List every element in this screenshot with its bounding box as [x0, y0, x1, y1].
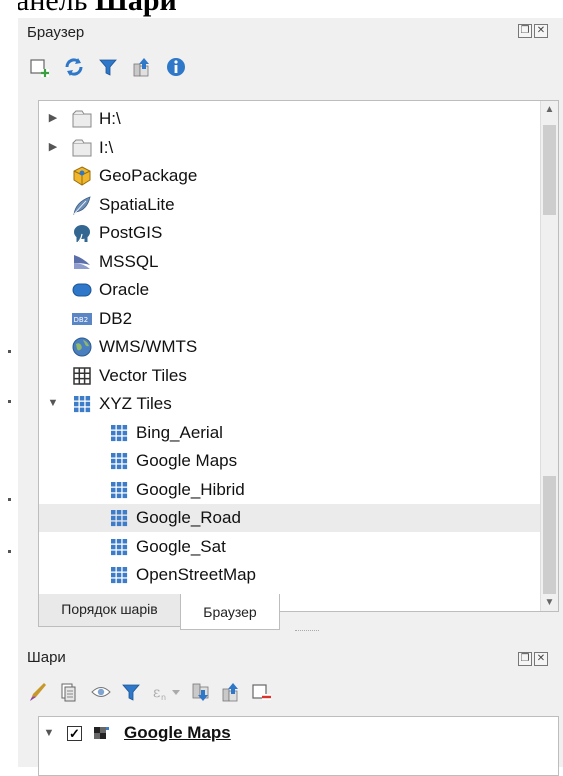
- wms-globe-icon: [72, 337, 92, 357]
- edge-mark: [8, 350, 11, 353]
- db2-icon: DB2: [72, 312, 92, 325]
- tree-item[interactable]: WMS/WMTS: [39, 333, 558, 361]
- svg-text:DB2: DB2: [74, 316, 89, 324]
- xyz-layer-icon: [94, 727, 109, 739]
- scroll-thumb[interactable]: [543, 125, 556, 215]
- layers-panel-title: Шари: [27, 649, 66, 666]
- scroll-track-segment: [543, 476, 556, 594]
- layer-row-google-maps[interactable]: ▼ ✓ Google Maps: [39, 720, 559, 748]
- folder-icon: [72, 110, 92, 128]
- tree-item[interactable]: GeoPackage: [39, 162, 558, 190]
- tab-browser[interactable]: Браузер: [180, 594, 280, 630]
- layer-label: Google Maps: [124, 723, 231, 742]
- svg-text:ε: ε: [153, 685, 160, 701]
- tree-item[interactable]: Bing_Aerial: [39, 419, 558, 447]
- scroll-up-icon[interactable]: ▲: [541, 101, 558, 118]
- tree-item[interactable]: Google_Road: [39, 504, 558, 532]
- filter-expression-icon[interactable]: ε n: [150, 681, 186, 703]
- float-icon[interactable]: ❐: [518, 24, 532, 38]
- xyz-tiles-icon: [111, 538, 128, 555]
- add-selected-layers-icon[interactable]: [28, 56, 50, 78]
- eye-visibility-icon[interactable]: [90, 681, 112, 703]
- browser-tree[interactable]: ▶ H:\ ▶ I:\ GeoPackage SpatiaLite PostGIS MSSQL…: [38, 100, 559, 612]
- tree-item-label: Google_Hibrid: [136, 479, 245, 499]
- tree-item[interactable]: PostGIS: [39, 219, 558, 247]
- tree-item[interactable]: ▶ H:\: [39, 105, 558, 133]
- tree-item[interactable]: Google_Sat: [39, 533, 558, 561]
- close-icon[interactable]: ✕: [534, 24, 548, 38]
- chevron-right-icon[interactable]: ▶: [47, 111, 59, 125]
- splitter-handle[interactable]: [295, 630, 319, 632]
- remove-layer-icon[interactable]: [250, 681, 272, 703]
- tree-item[interactable]: DB2 DB2: [39, 305, 558, 333]
- oracle-icon: [72, 283, 92, 297]
- caption-bold: Шари: [94, 0, 177, 17]
- tree-item-label: OpenStreetMap: [136, 565, 257, 584]
- tree-item-label: MSSQL: [99, 251, 159, 271]
- chevron-down-icon[interactable]: ▼: [43, 726, 55, 740]
- tree-item-label: DB2: [99, 308, 133, 328]
- tree-item-label: GeoPackage: [99, 166, 198, 185]
- collapse-all-icon[interactable]: [131, 56, 153, 78]
- filter-icon[interactable]: [120, 681, 142, 703]
- tree-item-label: H:\: [99, 109, 121, 128]
- vector-tiles-icon: [73, 366, 91, 385]
- tab-layer-order[interactable]: Порядок шарів: [38, 594, 181, 627]
- add-group-icon[interactable]: [58, 681, 80, 703]
- tree-item-label: Google Maps: [136, 451, 238, 470]
- folder-icon: [72, 139, 92, 156]
- tree-item-label: PostGIS: [99, 223, 163, 242]
- left-edge-strip: [0, 0, 18, 767]
- xyz-tiles-icon: [111, 424, 128, 441]
- tree-item[interactable]: Google_Hibrid: [39, 476, 558, 504]
- browser-panel-title: Браузер: [27, 24, 85, 41]
- tree-item-label: XYZ Tiles: [99, 394, 172, 413]
- spatialite-feather-icon: [73, 195, 91, 215]
- tree-item[interactable]: Vector Tiles: [39, 362, 558, 390]
- filter-icon[interactable]: [97, 56, 119, 78]
- tree-item[interactable]: ▶ I:\: [39, 134, 558, 162]
- close-icon[interactable]: ✕: [534, 652, 548, 666]
- xyz-tiles-icon: [74, 396, 91, 413]
- mssql-icon: [74, 254, 90, 269]
- geopackage-icon: [73, 166, 91, 186]
- chevron-down-icon[interactable]: ▼: [47, 396, 59, 410]
- layers-tree[interactable]: ▼ ✓ Google Maps: [38, 716, 559, 776]
- edge-mark: [8, 498, 11, 501]
- xyz-tiles-icon: [111, 567, 128, 584]
- postgis-elephant-icon: [74, 225, 90, 243]
- tree-item-label: Bing_Aerial: [136, 422, 223, 442]
- layer-visibility-checkbox[interactable]: ✓: [67, 726, 82, 741]
- properties-info-icon[interactable]: [165, 56, 187, 78]
- xyz-tiles-icon: [111, 481, 128, 498]
- tree-item-label: Google_Road: [136, 508, 241, 527]
- tree-item-label: SpatiaLite: [99, 194, 175, 214]
- expand-all-icon[interactable]: [190, 681, 212, 703]
- xyz-tiles-icon: [111, 510, 128, 527]
- tree-item-label: I:\: [99, 137, 114, 157]
- collapse-all-icon[interactable]: [220, 681, 242, 703]
- float-icon[interactable]: ❐: [518, 652, 532, 666]
- tree-scrollbar[interactable]: ▲ ▼: [540, 101, 558, 611]
- tree-item[interactable]: ▼ XYZ Tiles: [39, 390, 558, 418]
- tree-item[interactable]: Google Maps: [39, 447, 558, 475]
- xyz-tiles-icon: [111, 453, 128, 470]
- tree-item-label: WMS/WMTS: [99, 337, 198, 356]
- tree-item[interactable]: Oracle: [39, 276, 558, 304]
- chevron-right-icon[interactable]: ▶: [47, 140, 59, 154]
- dock-tabbar: Порядок шарів Браузер: [38, 594, 559, 632]
- document-caption: панель Шари: [0, 0, 177, 18]
- tree-item[interactable]: MSSQL: [39, 248, 558, 276]
- svg-text:n: n: [161, 693, 166, 702]
- refresh-icon[interactable]: [63, 56, 85, 78]
- edge-mark: [8, 550, 11, 553]
- tree-item-label: Google_Sat: [136, 536, 226, 556]
- tree-item[interactable]: SpatiaLite: [39, 191, 558, 219]
- tree-item[interactable]: OpenStreetMap: [39, 561, 558, 589]
- tree-item-label: Vector Tiles: [99, 365, 187, 385]
- tree-item-label: Oracle: [99, 280, 150, 299]
- edge-mark: [8, 400, 11, 403]
- style-brush-icon[interactable]: [28, 681, 50, 703]
